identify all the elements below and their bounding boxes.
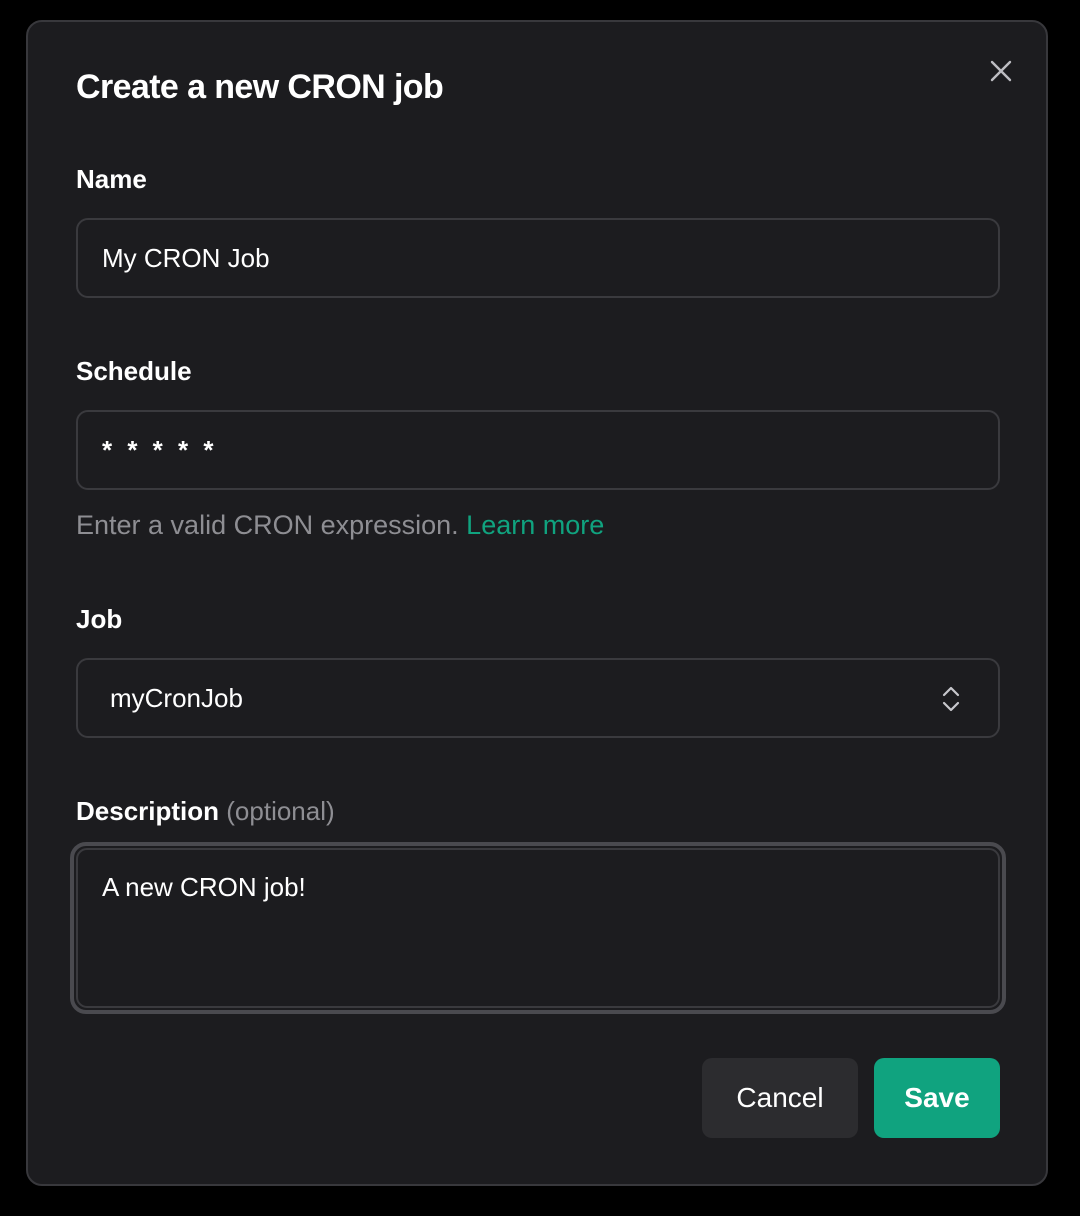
description-focus-ring: A new CRON job! [70, 842, 1006, 1014]
optional-tag: (optional) [226, 796, 335, 826]
schedule-input[interactable] [76, 410, 1000, 490]
dialog-title: Create a new CRON job [76, 68, 444, 106]
description-label-text: Description [76, 796, 220, 826]
close-icon [990, 60, 1012, 82]
name-input[interactable] [76, 218, 1000, 298]
schedule-label: Schedule [76, 356, 192, 386]
schedule-hint-text: Enter a valid CRON expression. [76, 510, 459, 540]
save-button[interactable]: Save [874, 1058, 1000, 1138]
description-label: Description (optional) [76, 796, 335, 827]
chevron-up-down-icon [942, 686, 960, 712]
learn-more-link[interactable]: Learn more [466, 510, 604, 540]
cancel-button[interactable]: Cancel [702, 1058, 858, 1138]
description-textarea[interactable]: A new CRON job! [76, 848, 1000, 1008]
job-label: Job [76, 604, 123, 634]
name-label: Name [76, 164, 147, 194]
job-select[interactable]: myCronJob [76, 658, 1000, 738]
close-button[interactable] [986, 56, 1016, 86]
create-cron-job-dialog: Create a new CRON job Name Schedule Ente… [26, 20, 1048, 1186]
job-select-value: myCronJob [110, 682, 243, 713]
schedule-hint: Enter a valid CRON expression. Learn mor… [76, 510, 604, 541]
